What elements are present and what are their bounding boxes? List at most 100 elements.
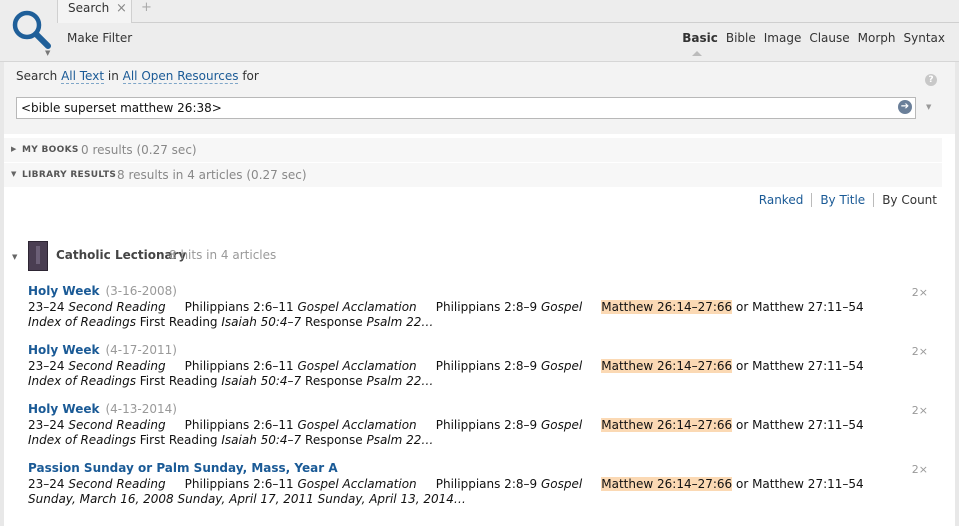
t: or Matthew 27:11–54 <box>732 418 868 432</box>
mode-syntax[interactable]: Syntax <box>904 31 945 45</box>
resource-hit-count: 8 hits in 4 articles <box>169 248 277 262</box>
collapsed-triangle-icon[interactable]: ▶ <box>11 145 16 153</box>
hit-snippet: 23–24 Second Reading Philippians 2:6–11 … <box>28 359 898 389</box>
t: Gospel Acclamation <box>297 477 417 491</box>
hit-title-link[interactable]: Holy Week <box>28 343 99 357</box>
help-icon[interactable]: ? <box>925 74 937 86</box>
t: First Reading <box>135 433 222 447</box>
hit-count: 2× <box>911 404 928 417</box>
resources-dropdown[interactable]: All Open Resources <box>122 69 239 84</box>
highlight[interactable]: Matthew 26:14–27:66 <box>601 477 733 491</box>
t: or Matthew 27:11–54 <box>732 359 868 373</box>
t: Philippians 2:8–9 <box>416 359 541 373</box>
group-count: 8 results in 4 articles (0.27 sec) <box>117 168 307 182</box>
search-in: in <box>107 69 119 83</box>
highlight[interactable]: Matthew 26:14–27:66 <box>601 418 733 432</box>
make-filter-button[interactable]: Make Filter <box>67 31 132 45</box>
t: Response <box>301 315 367 329</box>
t: Response <box>301 433 367 447</box>
t: Philippians 2:6–11 <box>165 300 298 314</box>
t: Philippians 2:6–11 <box>165 477 298 491</box>
hit-item[interactable]: Holy Week (4-17-2011) 2× 23–24 Second Rea… <box>28 343 928 389</box>
sort-by-title[interactable]: By Title <box>811 193 873 207</box>
vertical-scrollbar[interactable] <box>955 62 959 526</box>
resource-title[interactable]: Catholic Lectionary <box>56 248 186 262</box>
hit-snippet: 23–24 Second Reading Philippians 2:6–11 … <box>28 300 898 330</box>
t: Isaiah 50:4–7 <box>221 433 302 447</box>
hit-item[interactable]: Passion Sunday or Palm Sunday, Mass, Yea… <box>28 461 928 507</box>
t: Philippians 2:6–11 <box>165 418 298 432</box>
search-for: for <box>242 69 259 83</box>
t: 23–24 <box>28 300 69 314</box>
active-mode-pointer <box>692 51 703 56</box>
t: or Matthew 27:11–54 <box>732 300 868 314</box>
mode-image[interactable]: Image <box>764 31 802 45</box>
tab-close-icon[interactable]: × <box>116 1 127 16</box>
highlight[interactable]: Matthew 26:14–27:66 <box>601 300 733 314</box>
t: 23–24 <box>28 477 69 491</box>
hit-header: Holy Week (4-17-2011) 2× <box>28 343 928 359</box>
hit-snippet: 23–24 Second Reading Philippians 2:6–11 … <box>28 477 898 507</box>
group-library-results[interactable]: ▼ LIBRARY RESULTS 8 results in 4 article… <box>4 163 942 187</box>
t: Philippians 2:8–9 <box>416 300 541 314</box>
hit-item[interactable]: Holy Week (4-13-2014) 2× 23–24 Second Rea… <box>28 402 928 448</box>
search-prefix: Search <box>16 69 58 83</box>
hit-count: 2× <box>911 345 928 358</box>
t: Response <box>301 374 367 388</box>
mode-clause[interactable]: Clause <box>809 31 849 45</box>
hit-title-link[interactable]: Holy Week <box>28 284 99 298</box>
scope-dropdown[interactable]: All Text <box>61 69 105 84</box>
hit-item[interactable]: Holy Week (3-16-2008) 2× 23–24 Second Rea… <box>28 284 928 330</box>
t: Gospel <box>540 477 583 491</box>
t: Gospel <box>540 418 583 432</box>
hit-date: (4-13-2014) <box>105 402 177 416</box>
hit-header: Holy Week (3-16-2008) 2× <box>28 284 928 300</box>
mode-morph[interactable]: Morph <box>858 31 896 45</box>
t <box>582 359 601 373</box>
t: First Reading <box>135 374 222 388</box>
t: Philippians 2:8–9 <box>416 477 541 491</box>
go-arrow-icon[interactable]: ➔ <box>898 100 912 114</box>
sort-by-count[interactable]: By Count <box>873 193 937 207</box>
group-name: MY BOOKS <box>22 145 79 155</box>
t: Second Reading <box>68 477 166 491</box>
search-scope-line: Search All Text in All Open Resources fo… <box>16 69 259 84</box>
t: Isaiah 50:4–7 <box>221 315 302 329</box>
search-panel: Search All Text in All Open Resources fo… <box>4 62 955 134</box>
search-input[interactable]: <bible superset matthew 26:38> <box>16 97 916 119</box>
tab-search[interactable]: Search × <box>57 0 132 23</box>
mode-basic[interactable]: Basic <box>682 31 718 56</box>
t: First Reading <box>135 315 222 329</box>
t: or Matthew 27:11–54 <box>732 477 868 491</box>
top-bar: ▼ Search × + Make Filter Basic Bible Ima… <box>0 0 959 62</box>
t: 23–24 <box>28 418 69 432</box>
group-count: 0 results (0.27 sec) <box>81 143 197 157</box>
sort-options: Ranked By Title By Count <box>751 193 937 207</box>
t: Index of Readings <box>28 315 136 329</box>
t <box>582 300 601 314</box>
hit-title-link[interactable]: Passion Sunday or Palm Sunday, Mass, Yea… <box>28 461 338 475</box>
t: Second Reading <box>68 418 166 432</box>
t: Gospel Acclamation <box>297 418 417 432</box>
mode-bible[interactable]: Bible <box>726 31 756 45</box>
t: Psalm 22… <box>366 315 434 329</box>
panel-menu-caret-icon[interactable]: ▼ <box>45 49 50 57</box>
t: Second Reading <box>68 300 166 314</box>
t: Gospel Acclamation <box>297 300 417 314</box>
mode-basic-label: Basic <box>682 31 718 45</box>
expanded-triangle-icon[interactable]: ▼ <box>11 170 16 178</box>
hit-header: Passion Sunday or Palm Sunday, Mass, Yea… <box>28 461 928 477</box>
search-history-caret-icon[interactable]: ▼ <box>926 103 931 111</box>
hit-title-link[interactable]: Holy Week <box>28 402 99 416</box>
book-cover-icon[interactable] <box>28 241 48 271</box>
t: Philippians 2:8–9 <box>416 418 541 432</box>
t: Gospel <box>540 300 583 314</box>
hit-date: (4-17-2011) <box>105 343 177 357</box>
expanded-triangle-icon[interactable]: ▼ <box>12 253 17 261</box>
highlight[interactable]: Matthew 26:14–27:66 <box>601 359 733 373</box>
sort-ranked[interactable]: Ranked <box>751 193 812 207</box>
add-tab-icon[interactable]: + <box>141 0 152 15</box>
t: Gospel <box>540 359 583 373</box>
t <box>582 418 601 432</box>
group-my-books[interactable]: ▶ MY BOOKS 0 results (0.27 sec) <box>4 138 942 162</box>
